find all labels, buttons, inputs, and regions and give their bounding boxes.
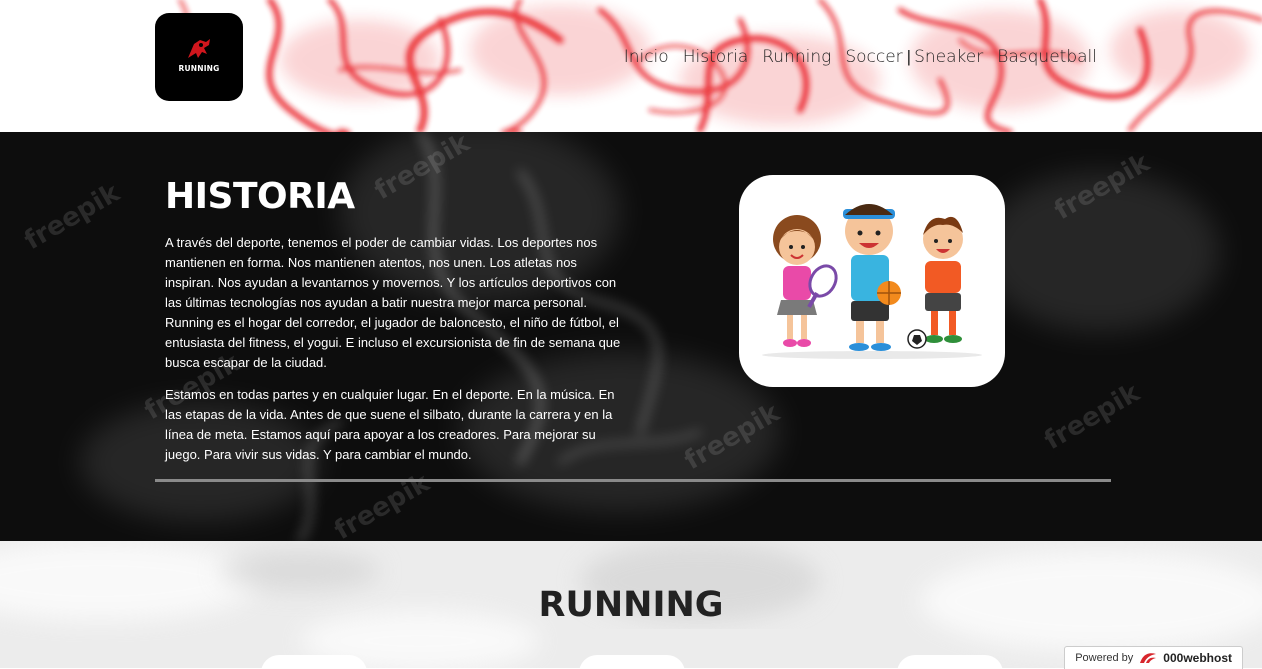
- hosting-badge-name: 000webhost: [1163, 651, 1232, 665]
- girl-tennis-figure: [773, 215, 838, 347]
- nav-inicio[interactable]: Inicio: [617, 47, 676, 67]
- hosting-logo-icon: [1140, 653, 1157, 663]
- site-logo[interactable]: RUNNING: [155, 13, 243, 101]
- site-header: RUNNING Inicio Historia Running Soccer |…: [0, 0, 1262, 132]
- boy-soccer-figure: [907, 216, 963, 349]
- nav-soccer[interactable]: Soccer: [838, 47, 909, 67]
- historia-paragraph-2: Estamos en todas partes y en cualquier l…: [165, 387, 615, 462]
- nav-historia[interactable]: Historia: [676, 47, 756, 67]
- boy-basketball-figure: [843, 204, 901, 351]
- historia-paragraph-1: A través del deporte, tenemos el poder d…: [165, 235, 621, 370]
- historia-section: freepik freepik freepik freepik freepik …: [0, 132, 1262, 541]
- product-card[interactable]: [579, 655, 685, 668]
- hosting-badge[interactable]: Powered by 000webhost: [1064, 646, 1243, 669]
- product-card[interactable]: [897, 655, 1003, 668]
- historia-body: A través del deporte, tenemos el poder d…: [165, 233, 623, 477]
- nav-sneaker[interactable]: Sneaker: [907, 47, 990, 67]
- nav-basquetball[interactable]: Basquetball: [990, 47, 1104, 67]
- nav-running[interactable]: Running: [755, 47, 838, 67]
- runner-emblem-icon: [188, 38, 210, 58]
- product-card[interactable]: [261, 655, 367, 668]
- main-nav: Inicio Historia Running Soccer | Sneaker…: [617, 47, 1104, 67]
- section-divider: [155, 479, 1111, 482]
- logo-text: RUNNING: [178, 63, 220, 73]
- hosting-badge-prefix: Powered by: [1075, 652, 1134, 664]
- running-title: RUNNING: [538, 585, 724, 625]
- historia-title: HISTORIA: [165, 176, 355, 217]
- kids-sports-illustration: [739, 175, 1005, 387]
- kids-illustration-image: [762, 204, 982, 359]
